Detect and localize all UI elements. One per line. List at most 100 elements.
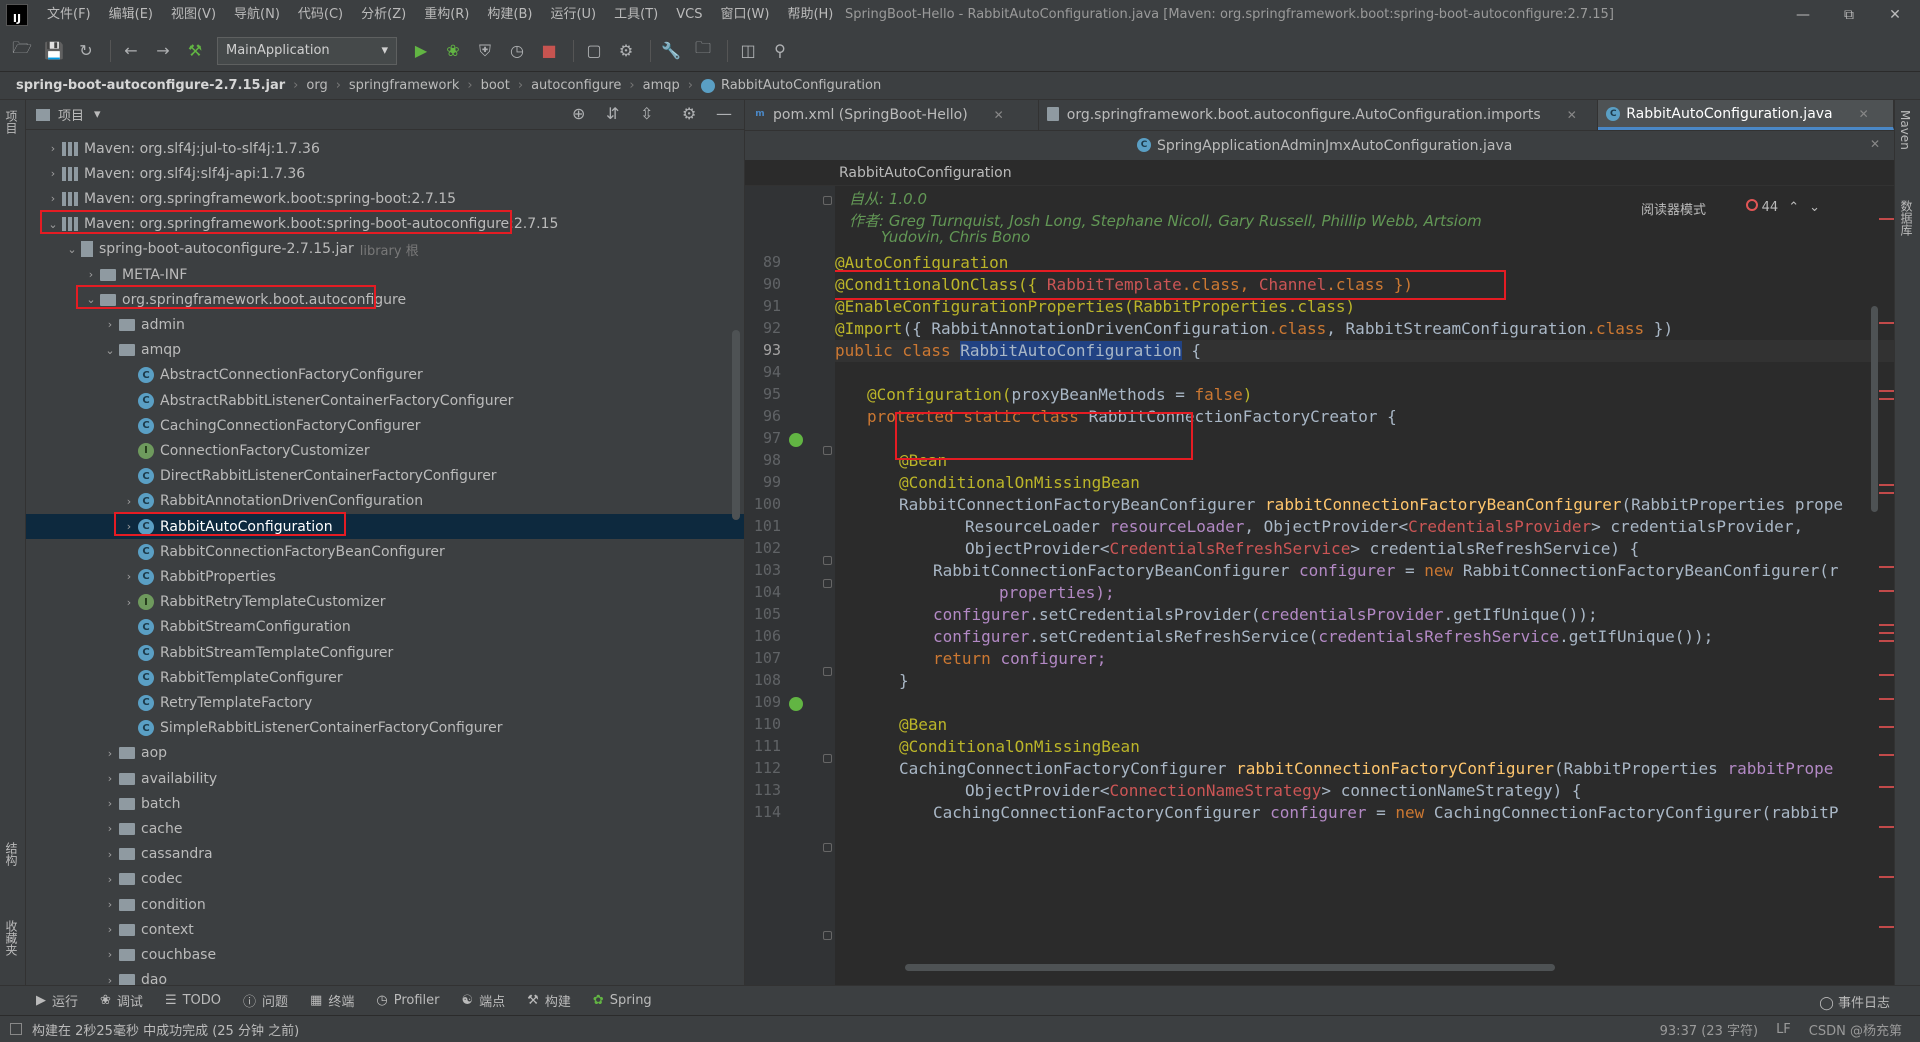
tree-item[interactable]: ⌄ spring-boot-autoconfigure-2.7.15.jar lib… bbox=[26, 237, 744, 262]
chevron-right-icon[interactable]: › bbox=[120, 495, 138, 508]
tree-folder-item[interactable]: › dao bbox=[26, 968, 744, 985]
fold-marker-icon[interactable] bbox=[823, 754, 832, 763]
tree-folder-item[interactable]: ⌄ amqp bbox=[26, 338, 744, 363]
chevron-down-icon[interactable]: ⌄ bbox=[101, 344, 119, 357]
build-tool-button[interactable]: ⚒ 构建 bbox=[527, 991, 571, 1010]
coverage-shield-icon[interactable]: ⛨ bbox=[471, 37, 499, 65]
close-icon[interactable]: ✕ bbox=[1870, 137, 1880, 151]
profiler-icon[interactable]: ◷ bbox=[503, 37, 531, 65]
menu-build[interactable]: 构建(B) bbox=[478, 0, 541, 30]
chevron-right-icon[interactable]: › bbox=[44, 167, 62, 180]
minimize-icon[interactable]: — bbox=[1780, 0, 1826, 30]
tree-item[interactable]: C SimpleRabbitListenerContainerFactoryCon… bbox=[26, 716, 744, 741]
locate-crosshair-icon[interactable]: ⊕ bbox=[572, 104, 585, 123]
tree-item[interactable]: › I RabbitRetryTemplateCustomizer bbox=[26, 590, 744, 615]
tree-item[interactable]: C RabbitStreamTemplateConfigurer bbox=[26, 640, 744, 665]
tree-library-item[interactable]: › Maven: org.slf4j:jul-to-slf4j:1.7.36 bbox=[26, 136, 744, 161]
tree-item[interactable]: › C RabbitAnnotationDrivenConfiguration bbox=[26, 489, 744, 514]
maven-tool-button[interactable]: Maven bbox=[1898, 110, 1912, 150]
chevron-right-icon[interactable]: › bbox=[101, 822, 119, 835]
tree-item[interactable]: C AbstractConnectionFactoryConfigurer bbox=[26, 363, 744, 388]
spring-tool-button[interactable]: ✿ Spring bbox=[593, 993, 652, 1008]
menu-refactor[interactable]: 重构(R) bbox=[415, 0, 478, 30]
favorites-tool-button[interactable]: 收藏夹 bbox=[3, 920, 20, 956]
forward-arrow-icon[interactable]: → bbox=[149, 37, 177, 65]
tree-item[interactable]: C AbstractRabbitListenerContainerFactoryC… bbox=[26, 388, 744, 413]
chevron-right-icon[interactable]: › bbox=[101, 747, 119, 760]
run-tool-button[interactable]: ▶ 运行 bbox=[36, 991, 78, 1010]
line-separator[interactable]: LF bbox=[1776, 1022, 1791, 1037]
fold-marker-icon[interactable] bbox=[823, 931, 832, 940]
menu-vcs[interactable]: VCS bbox=[667, 0, 711, 30]
tree-folder-item[interactable]: › admin bbox=[26, 312, 744, 337]
editor-scrollbar[interactable] bbox=[1871, 306, 1878, 512]
crumb-amqp[interactable]: amqp bbox=[643, 78, 680, 93]
tree-folder-item[interactable]: › codec bbox=[26, 867, 744, 892]
tree-library-item[interactable]: › Maven: org.springframework.boot:spring-… bbox=[26, 186, 744, 211]
close-icon[interactable]: ✕ bbox=[1567, 108, 1577, 122]
save-icon[interactable]: 💾 bbox=[40, 37, 68, 65]
tree-library-item[interactable]: › Maven: org.slf4j:slf4j-api:1.7.36 bbox=[26, 161, 744, 186]
build-hammer-icon[interactable]: ⚒ bbox=[181, 37, 209, 65]
chevron-down-icon[interactable]: ⌄ bbox=[44, 218, 62, 231]
chevron-right-icon[interactable]: › bbox=[101, 797, 119, 810]
open-folder-icon[interactable]: 🗁 bbox=[8, 37, 36, 65]
tree-folder-item[interactable]: › condition bbox=[26, 892, 744, 917]
sync-icon[interactable]: ↻ bbox=[72, 37, 100, 65]
tree-library-item[interactable]: ⌄ Maven: org.springframework.boot:spring-… bbox=[26, 212, 744, 237]
menu-window[interactable]: 窗口(W) bbox=[711, 0, 778, 30]
tree-folder-item[interactable]: › aop bbox=[26, 741, 744, 766]
crumb-class[interactable]: RabbitAutoConfiguration bbox=[721, 78, 881, 93]
layout-toggle-icon[interactable] bbox=[10, 1023, 22, 1035]
tree-folder-item[interactable]: › context bbox=[26, 917, 744, 942]
translate-icon[interactable]: ⚙ bbox=[612, 37, 640, 65]
tree-item[interactable]: C DirectRabbitListenerContainerFactoryCon… bbox=[26, 464, 744, 489]
status-message[interactable]: 构建在 2秒25毫秒 中成功完成 (25 分钟 之前) bbox=[32, 1020, 299, 1039]
project-structure-icon[interactable]: 🗀 bbox=[689, 37, 717, 65]
fold-marker-icon[interactable] bbox=[823, 579, 832, 588]
search-icon[interactable]: ⚲ bbox=[766, 37, 794, 65]
project-view-select[interactable]: 项目 bbox=[58, 105, 84, 124]
chevron-right-icon[interactable]: › bbox=[44, 142, 62, 155]
presentation-icon[interactable]: ◫ bbox=[734, 37, 762, 65]
terminal-tool-button[interactable]: ▦ 终端 bbox=[310, 991, 354, 1010]
tree-item[interactable]: › C RabbitAutoConfiguration bbox=[26, 514, 744, 539]
tree-folder-item[interactable]: › availability bbox=[26, 766, 744, 791]
tree-item[interactable]: C CachingConnectionFactoryConfigurer bbox=[26, 413, 744, 438]
stop-square-icon[interactable]: ■ bbox=[535, 37, 563, 65]
event-log-button[interactable]: ◯ 事件日志 bbox=[1819, 992, 1890, 1011]
tree-folder-item[interactable]: › couchbase bbox=[26, 942, 744, 967]
tree-item[interactable]: I ConnectionFactoryCustomizer bbox=[26, 438, 744, 463]
editor-horizontal-scrollbar[interactable] bbox=[905, 964, 1555, 971]
fold-marker-icon[interactable] bbox=[823, 446, 832, 455]
wrench-settings-icon[interactable]: 🔧 bbox=[657, 37, 685, 65]
tree-item[interactable]: C RetryTemplateFactory bbox=[26, 690, 744, 715]
chevron-right-icon[interactable]: › bbox=[120, 596, 138, 609]
code-view[interactable]: 自从: 1.0.0 作者: Greg Turnquist, Josh Long,… bbox=[835, 186, 1895, 985]
tab-autoconfiguration-imports[interactable]: org.springframework.boot.autoconfigure.A… bbox=[1039, 100, 1599, 130]
chevron-right-icon[interactable]: › bbox=[101, 848, 119, 861]
hide-panel-icon[interactable]: — bbox=[716, 104, 732, 123]
tree-folder-item[interactable]: › batch bbox=[26, 791, 744, 816]
device-icon[interactable]: ▢ bbox=[580, 37, 608, 65]
menu-help[interactable]: 帮助(H) bbox=[778, 0, 842, 30]
menu-analyze[interactable]: 分析(Z) bbox=[352, 0, 415, 30]
crumb-boot[interactable]: boot bbox=[481, 78, 510, 93]
collapse-all-icon[interactable]: ⇳ bbox=[640, 104, 653, 123]
expand-all-icon[interactable]: ⇵ bbox=[606, 104, 619, 123]
tree-item[interactable]: C RabbitStreamConfiguration bbox=[26, 615, 744, 640]
fold-marker-icon[interactable] bbox=[823, 196, 832, 205]
tab-pom-xml[interactable]: m pom.xml (SpringBoot-Hello) ✕ bbox=[745, 100, 1039, 130]
tree-folder-item[interactable]: › cache bbox=[26, 816, 744, 841]
chevron-right-icon[interactable]: › bbox=[101, 873, 119, 886]
profiler-tool-button[interactable]: ◷ Profiler bbox=[376, 993, 439, 1008]
problems-tool-button[interactable]: ⓘ 问题 bbox=[243, 991, 288, 1010]
menu-code[interactable]: 代码(C) bbox=[289, 0, 352, 30]
caret-position[interactable]: 93:37 (23 字符) bbox=[1660, 1020, 1758, 1039]
spring-bean-icon[interactable] bbox=[789, 433, 803, 447]
tree-item[interactable]: › C RabbitProperties bbox=[26, 564, 744, 589]
tree-scrollbar[interactable] bbox=[732, 330, 740, 520]
database-tool-button[interactable]: 数据库 bbox=[1898, 200, 1915, 236]
chevron-right-icon[interactable]: › bbox=[120, 570, 138, 583]
menu-file[interactable]: 文件(F) bbox=[38, 0, 100, 30]
